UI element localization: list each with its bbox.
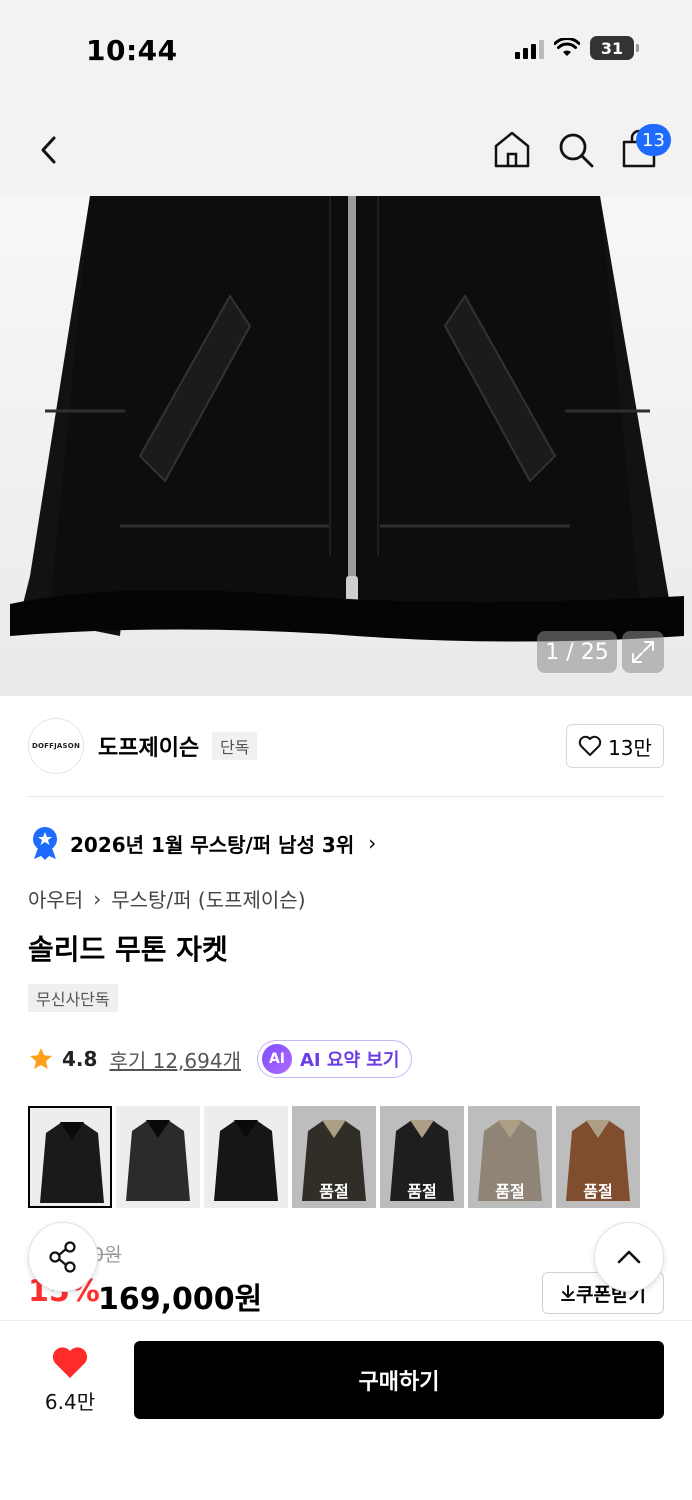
heart-filled-icon — [52, 1347, 88, 1378]
sold-out-label: 품절 — [292, 1106, 376, 1208]
swatch-image — [116, 1106, 200, 1208]
exclusive-badge: 무신사단독 — [28, 984, 118, 1012]
wish-count: 6.4만 — [44, 1390, 96, 1414]
color-swatch[interactable]: 품절 — [292, 1106, 376, 1208]
share-icon — [49, 1241, 76, 1273]
brand-logo[interactable]: DOFFJASON — [28, 718, 84, 774]
share-button[interactable] — [28, 1222, 98, 1292]
divider — [28, 796, 664, 797]
breadcrumb-separator-icon: › — [93, 886, 102, 911]
swatch-image — [204, 1106, 288, 1208]
rating-score: 4.8 — [62, 1047, 98, 1071]
image-counter: 1 / 25 — [537, 631, 617, 673]
chevron-right-icon: › — [368, 831, 377, 855]
download-icon — [561, 1285, 576, 1301]
status-icons: 31 — [515, 36, 639, 60]
breadcrumb-subcategory[interactable]: 무스탕/퍼 (도프제이슨) — [111, 884, 305, 913]
color-swatch[interactable] — [28, 1106, 112, 1208]
color-swatch[interactable] — [116, 1106, 200, 1208]
buy-button[interactable]: 구매하기 — [134, 1341, 664, 1419]
home-icon[interactable] — [492, 128, 532, 170]
cart-count-badge: 13 — [636, 124, 671, 156]
expand-button[interactable] — [622, 631, 664, 673]
heart-outline-icon — [578, 735, 602, 756]
breadcrumb: 아우터 › 무스탕/퍼 (도프제이슨) — [28, 884, 306, 913]
product-image[interactable]: › 1 / 25 — [0, 196, 692, 696]
brand-exclusive-tag: 단독 — [212, 732, 258, 760]
color-swatch[interactable]: 품절 — [468, 1106, 552, 1208]
scroll-top-button[interactable] — [594, 1222, 664, 1292]
rating-row: 4.8 후기 12,694개 AI AI 요약 보기 — [28, 1040, 413, 1078]
color-swatch[interactable]: 품절 — [380, 1106, 464, 1208]
ranking-link[interactable]: 2026년 1월 무스탕/퍼 남성 3위 › — [30, 826, 376, 860]
expand-icon — [632, 641, 654, 663]
wifi-icon — [554, 38, 580, 56]
product-title: 솔리드 무톤 자켓 — [28, 933, 228, 966]
brand-name[interactable]: 도프제이슨 — [98, 730, 199, 762]
chevron-up-icon — [617, 1250, 641, 1264]
status-time: 10:44 — [86, 34, 178, 67]
sold-out-label: 품절 — [468, 1106, 552, 1208]
ranking-text: 2026년 1월 무스탕/퍼 남성 3위 — [70, 832, 355, 857]
signal-icon — [515, 37, 544, 59]
brand-like-count: 13만 — [608, 735, 652, 760]
ranking-badge-icon — [33, 827, 57, 860]
wish-button[interactable]: 6.4만 — [38, 1346, 102, 1415]
sold-out-label: 품절 — [556, 1106, 640, 1208]
review-count-link[interactable]: 후기 12,694개 — [109, 1045, 241, 1074]
ai-summary-button[interactable]: AI AI 요약 보기 — [256, 1040, 413, 1078]
jacket-illustration — [10, 196, 684, 642]
back-icon[interactable] — [34, 130, 64, 170]
color-swatch[interactable] — [204, 1106, 288, 1208]
search-icon[interactable] — [556, 130, 596, 170]
battery-icon: 31 — [590, 36, 639, 60]
breadcrumb-category[interactable]: 아우터 — [28, 884, 83, 913]
sale-price: 169,000원 — [98, 1282, 263, 1317]
ai-summary-label: AI 요약 보기 — [299, 1050, 400, 1071]
sold-out-label: 품절 — [380, 1106, 464, 1208]
color-swatches: 품절 품절 품절 품절 — [28, 1106, 640, 1208]
ai-icon: AI — [261, 1044, 292, 1074]
brand-like-button[interactable]: 13만 — [566, 724, 664, 768]
color-swatch[interactable]: 품절 — [556, 1106, 640, 1208]
swatch-image — [30, 1108, 110, 1206]
star-icon — [30, 1048, 52, 1069]
